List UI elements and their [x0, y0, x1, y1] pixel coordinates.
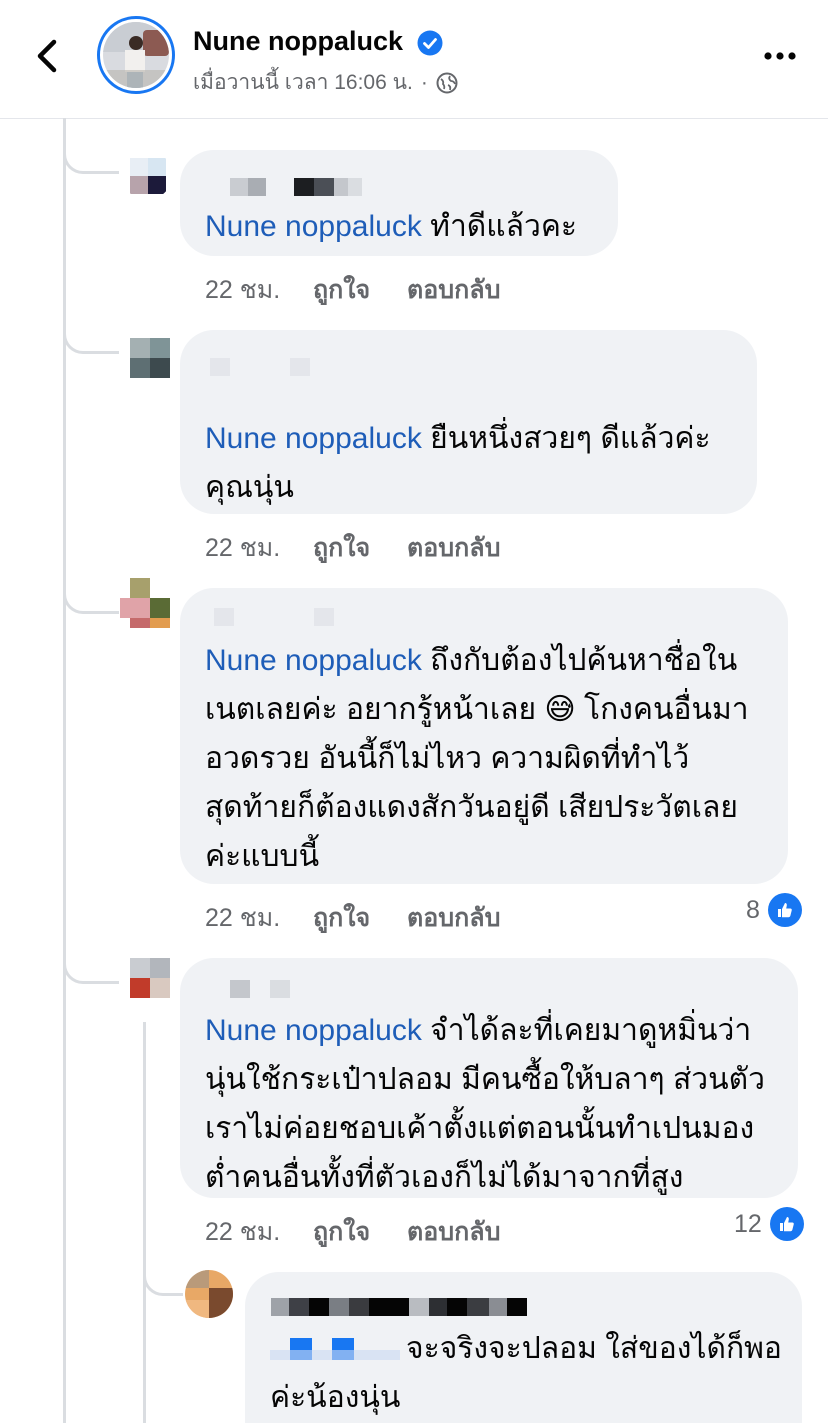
reaction-summary[interactable]: 8: [746, 893, 802, 927]
comment-bubble: Nune noppaluck ทำดีแล้วคะ: [180, 150, 618, 256]
blurred-mention: [270, 1337, 400, 1360]
commenter-avatar[interactable]: [120, 578, 170, 628]
thread-elbow: [143, 1240, 183, 1296]
reply-button[interactable]: ตอบกลับ: [407, 1212, 500, 1252]
comment-actions: 22 ชม. ถูกใจ ตอบกลับ: [205, 270, 500, 310]
like-button[interactable]: ถูกใจ: [313, 270, 407, 310]
comment-bubble: Nune noppaluck ยืนหนึ่งสวยๆ ดีแล้วค่ะ คุ…: [180, 330, 757, 514]
blurred-commenter-name: [271, 1298, 527, 1316]
reply-button[interactable]: ตอบกลับ: [407, 270, 500, 310]
comment-time[interactable]: 22 ชม.: [205, 898, 313, 938]
reply-button[interactable]: ตอบกลับ: [407, 898, 500, 938]
comment-bubble: Nune noppaluck จำได้ละที่เคยมาดูหมิ่นว่า…: [180, 958, 798, 1198]
thread-elbow: [63, 928, 119, 984]
comment-bubble: Nune noppaluck ถึงกับต้องไปค้นหาชื่อใน เ…: [180, 588, 788, 884]
reaction-count: 12: [734, 1209, 762, 1238]
post-time: เมื่อวานนี้ เวลา 16:06 น.: [193, 71, 413, 94]
commenter-avatar[interactable]: [185, 1270, 233, 1318]
like-thumb-icon: [769, 1207, 804, 1241]
comment-actions: 22 ชม. ถูกใจ ตอบกลับ: [205, 528, 500, 568]
blurred-commenter-name: [214, 608, 334, 626]
mention-link[interactable]: Nune noppaluck: [205, 644, 422, 677]
reply-button[interactable]: ตอบกลับ: [407, 528, 500, 568]
like-button[interactable]: ถูกใจ: [313, 1212, 407, 1252]
thread-elbow: [63, 298, 119, 354]
mention-link[interactable]: Nune noppaluck: [205, 210, 422, 243]
page-avatar[interactable]: [97, 16, 175, 94]
comment-time[interactable]: 22 ชม.: [205, 1212, 313, 1252]
reaction-count: 8: [746, 895, 760, 924]
comment-text: Nune noppaluck ถึงกับต้องไปค้นหาชื่อใน เ…: [205, 644, 749, 873]
blurred-commenter-name: [230, 980, 290, 998]
like-button[interactable]: ถูกใจ: [313, 898, 407, 938]
page-name[interactable]: Nune noppaluck: [193, 26, 403, 57]
comment-bubble: จะจริงจะปลอม ใส่ของได้ก็พอ ค่ะน้องนุ่น: [245, 1272, 802, 1423]
comment-text: จะจริงจะปลอม ใส่ของได้ก็พอ ค่ะน้องนุ่น: [270, 1332, 782, 1414]
reply-thread-line: [143, 1022, 146, 1423]
thread-elbow: [63, 118, 119, 174]
back-chevron-icon[interactable]: [28, 34, 68, 78]
meta-separator: ·: [420, 70, 428, 94]
more-options-icon[interactable]: [760, 44, 800, 68]
comment-actions: 22 ชม. ถูกใจ ตอบกลับ: [205, 898, 500, 938]
mention-link[interactable]: Nune noppaluck: [205, 1014, 422, 1047]
thread-elbow: [63, 558, 119, 614]
commenter-avatar[interactable]: [122, 950, 172, 1000]
comment-time[interactable]: 22 ชม.: [205, 528, 313, 568]
post-header: Nune noppaluck เมื่อวานนี้ เวลา 16:06 น.…: [0, 0, 828, 119]
blurred-commenter-name: [230, 178, 362, 196]
comment-time[interactable]: 22 ชม.: [205, 270, 313, 310]
comment-actions: 22 ชม. ถูกใจ ตอบกลับ: [205, 1212, 500, 1252]
comment-text: Nune noppaluck จำได้ละที่เคยมาดูหมิ่นว่า…: [205, 1014, 765, 1194]
verified-badge-icon: [417, 30, 443, 56]
blurred-commenter-name: [210, 358, 310, 376]
post-meta: เมื่อวานนี้ เวลา 16:06 น. ·: [193, 66, 458, 99]
like-button[interactable]: ถูกใจ: [313, 528, 407, 568]
globe-icon: [436, 72, 458, 93]
comment-text: Nune noppaluck ยืนหนึ่งสวยๆ ดีแล้วค่ะ คุ…: [205, 422, 711, 504]
commenter-avatar[interactable]: [122, 150, 172, 200]
reaction-summary[interactable]: 12: [734, 1207, 804, 1241]
comment-text: Nune noppaluck ทำดีแล้วคะ: [205, 210, 578, 243]
like-thumb-icon: [767, 893, 802, 927]
commenter-avatar[interactable]: [122, 332, 172, 382]
mention-link[interactable]: Nune noppaluck: [205, 422, 422, 455]
